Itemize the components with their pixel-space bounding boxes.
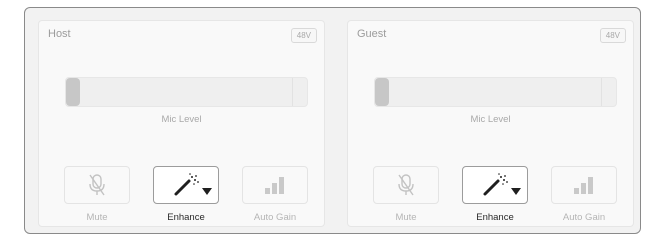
microphone-muted-icon xyxy=(89,174,105,196)
signal-bars-icon xyxy=(574,177,593,194)
channel-title: Host xyxy=(48,28,71,40)
magic-wand-icon xyxy=(483,173,508,196)
channel-panel-host: Host 48V Mic Level Mute Enhance Auto Gai… xyxy=(38,20,325,227)
mic-level-label: Mic Level xyxy=(161,114,202,125)
mute-button[interactable] xyxy=(64,166,130,204)
mic-level-slider-handle[interactable] xyxy=(375,78,389,106)
enhance-label: Enhance xyxy=(476,212,514,223)
mic-level-slider-handle[interactable] xyxy=(66,78,80,106)
signal-bars-icon xyxy=(265,177,284,194)
mic-level-slider[interactable] xyxy=(65,77,308,107)
caret-down-icon[interactable] xyxy=(511,188,521,195)
microphone-muted-icon xyxy=(398,174,414,196)
mute-label: Mute xyxy=(395,212,417,223)
fader-track-end xyxy=(601,78,602,106)
mic-level-slider[interactable] xyxy=(374,77,617,107)
caret-down-icon[interactable] xyxy=(202,188,212,195)
enhance-label: Enhance xyxy=(167,212,205,223)
channel-panel-guest: Guest 48V Mic Level Mute Enhance Auto Ga… xyxy=(347,20,634,227)
enhance-button[interactable] xyxy=(153,166,219,204)
magic-wand-icon xyxy=(174,173,199,196)
mixer-container: Host 48V Mic Level Mute Enhance Auto Gai… xyxy=(24,7,641,234)
auto-gain-label: Auto Gain xyxy=(562,212,606,223)
channel-title: Guest xyxy=(357,28,387,40)
auto-gain-label: Auto Gain xyxy=(253,212,297,223)
mute-button[interactable] xyxy=(373,166,439,204)
fader-track-end xyxy=(292,78,293,106)
phantom-power-48v-toggle[interactable]: 48V xyxy=(599,28,626,43)
enhance-button[interactable] xyxy=(462,166,528,204)
phantom-power-48v-toggle[interactable]: 48V xyxy=(290,28,317,43)
mute-label: Mute xyxy=(86,212,108,223)
auto-gain-button[interactable] xyxy=(551,166,617,204)
auto-gain-button[interactable] xyxy=(242,166,308,204)
mic-level-label: Mic Level xyxy=(470,114,511,125)
